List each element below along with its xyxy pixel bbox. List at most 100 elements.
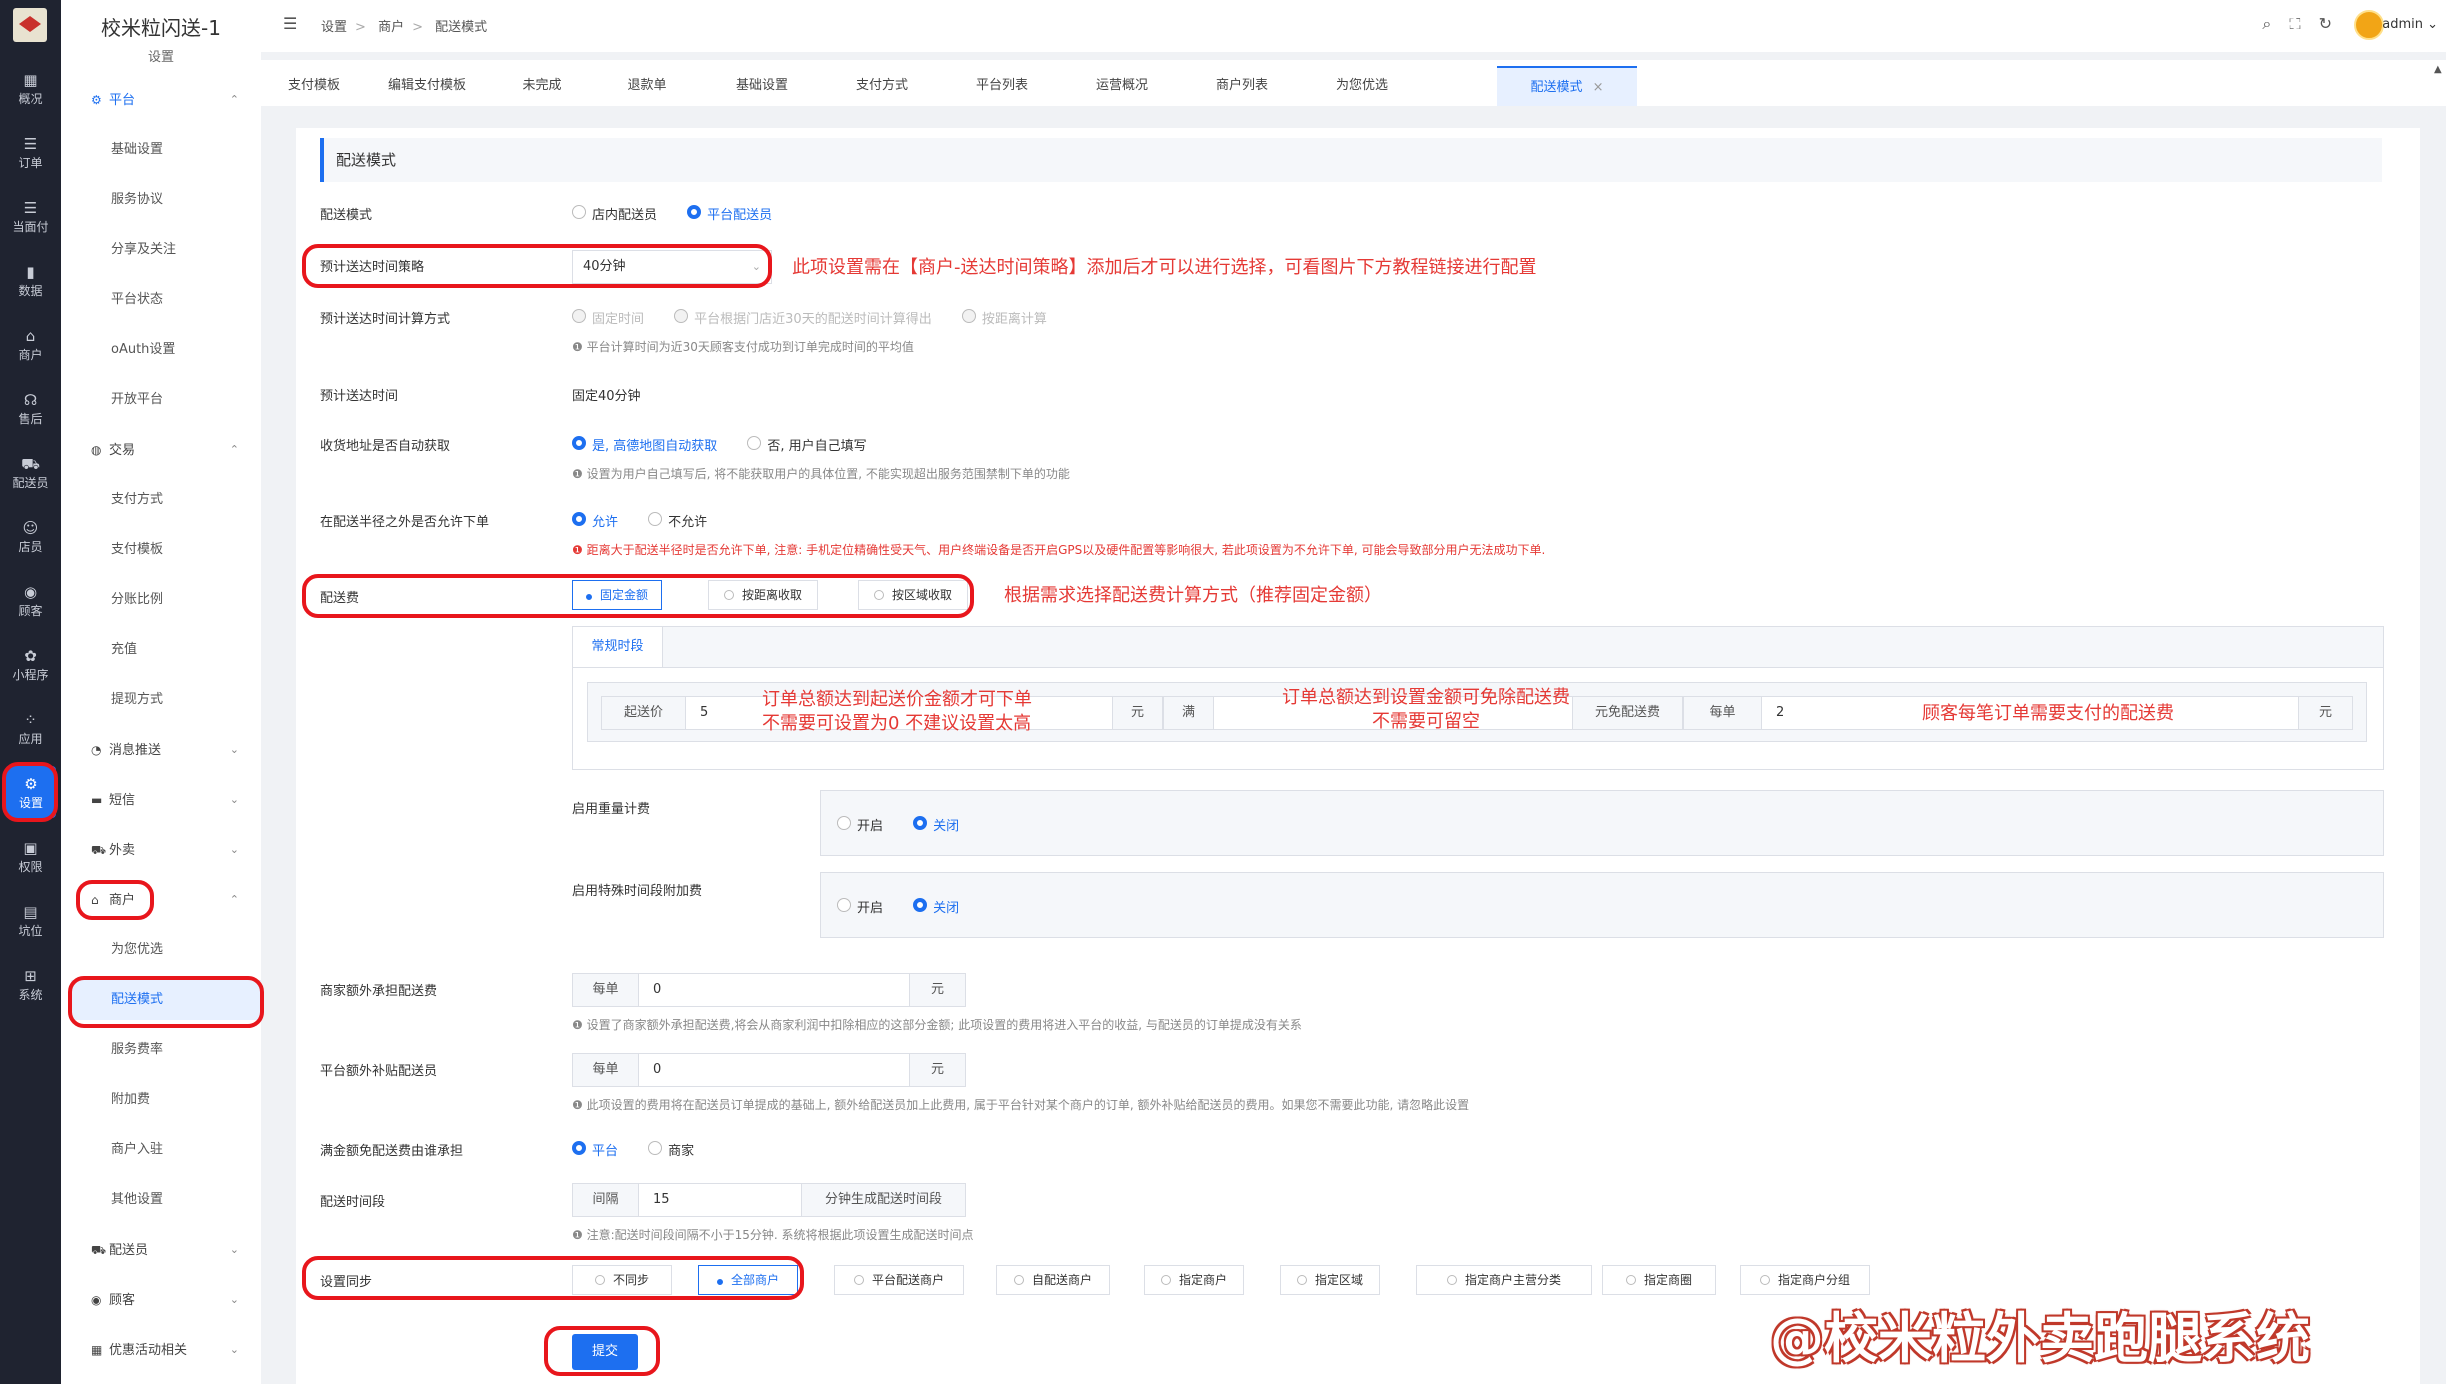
rail-item-merchant[interactable]: ⌂ 商户 bbox=[0, 318, 61, 376]
annotation-ring-sync bbox=[302, 1256, 804, 1300]
chevron-down-icon: ⌄ bbox=[229, 793, 239, 806]
tab-paymethod[interactable]: 支付方式 bbox=[827, 66, 937, 106]
sidebar-item-join[interactable]: 商户入驻 bbox=[111, 1130, 261, 1170]
calc-option-30days: 平台根据门店近30天的配送时间计算得出 bbox=[674, 308, 932, 327]
chevron-down-icon: ⌄ bbox=[229, 1343, 239, 1356]
top-tools: ⌕⛶↻ bbox=[2262, 14, 2350, 34]
special-label: 启用特殊时间段附加费 bbox=[572, 884, 703, 899]
sidebar-item-recharge[interactable]: 充值 bbox=[111, 630, 261, 670]
person-icon: ☺ bbox=[22, 519, 39, 537]
breadcrumb-merchant[interactable]: 商户 bbox=[378, 20, 404, 35]
weight-option-on[interactable]: 开启 bbox=[837, 815, 883, 834]
group-courier[interactable]: ⛟ 配送员 ⌄ bbox=[91, 1230, 261, 1270]
group-trade[interactable]: ◍ 交易 ⌃ bbox=[91, 430, 261, 470]
sync-option-category[interactable]: 指定商户主营分类 bbox=[1416, 1265, 1592, 1295]
sync-option-area[interactable]: 指定区域 bbox=[1280, 1265, 1380, 1295]
sidebar-item-share[interactable]: 分享及关注 bbox=[111, 230, 261, 270]
tab-unfinished[interactable]: 未完成 bbox=[497, 66, 587, 106]
group-push[interactable]: ◔ 消息推送 ⌄ bbox=[91, 730, 261, 770]
sidebar-item-surcharge[interactable]: 附加费 bbox=[111, 1080, 261, 1120]
tab-edit-pay-template[interactable]: 编辑支付模板 bbox=[367, 66, 487, 106]
radius-option-allow[interactable]: 允许 bbox=[572, 511, 618, 530]
tab-delivery-mode[interactable]: 配送模式 × bbox=[1497, 66, 1637, 106]
windows-icon: ⊞ bbox=[24, 967, 37, 985]
tab-basic[interactable]: 基础设置 bbox=[707, 66, 817, 106]
rail-item-miniapp[interactable]: ✿ 小程序 bbox=[0, 638, 61, 696]
tab-refund[interactable]: 退款单 bbox=[597, 66, 697, 106]
top-bar: ☰ 设置 > 商户 > 配送模式 ⌕⛶↻ admin ⌄ bbox=[261, 0, 2446, 52]
rail-item-courier[interactable]: ⛟ 配送员 bbox=[0, 446, 61, 504]
tab-merchant-list[interactable]: 商户列表 bbox=[1187, 66, 1297, 106]
sidebar-item-withdraw[interactable]: 提现方式 bbox=[111, 680, 261, 720]
user-name[interactable]: admin ⌄ bbox=[2382, 17, 2438, 32]
sidebar-item-recommend[interactable]: 为您优选 bbox=[111, 930, 261, 970]
tab-recommend[interactable]: 为您优选 bbox=[1307, 66, 1417, 106]
group-takeout[interactable]: ⛟ 外卖 ⌄ bbox=[91, 830, 261, 870]
settings-sidebar: 校米粒闪送-1 设置 ⚙ 平台 ⌃ 基础设置 服务协议 分享及关注 平台状态 oAu… bbox=[61, 0, 261, 1384]
rail-item-clerk[interactable]: ☺ 店员 bbox=[0, 510, 61, 568]
refresh-icon[interactable]: ↻ bbox=[2319, 14, 2350, 33]
per-order-fee-input[interactable]: 2 bbox=[1776, 697, 1784, 729]
sidebar-item-other[interactable]: 其他设置 bbox=[111, 1180, 261, 1220]
rail-item-system[interactable]: ⊞ 系统 bbox=[0, 958, 61, 1016]
sidebar-item-split[interactable]: 分账比例 bbox=[111, 580, 261, 620]
start-price-input[interactable]: 5 bbox=[700, 697, 708, 729]
special-option-off[interactable]: 关闭 bbox=[913, 897, 959, 916]
weight-option-off[interactable]: 关闭 bbox=[913, 815, 959, 834]
avatar[interactable] bbox=[2354, 10, 2384, 40]
sidebar-item-fee-rate[interactable]: 服务费率 bbox=[111, 1030, 261, 1070]
menu-fold-icon[interactable]: ☰ bbox=[283, 14, 297, 33]
sync-option-platform-delivery[interactable]: 平台配送商户 bbox=[834, 1265, 964, 1295]
sidebar-item-paytemplate[interactable]: 支付模板 bbox=[111, 530, 261, 570]
sidebar-item-oauth[interactable]: oAuth设置 bbox=[111, 330, 261, 370]
sidebar-item-paymethod[interactable]: 支付方式 bbox=[111, 480, 261, 520]
miniapp-icon: ✿ bbox=[24, 647, 37, 665]
sidebar-item-agreement[interactable]: 服务协议 bbox=[111, 180, 261, 220]
rail-item-apps[interactable]: ⁘ 应用 bbox=[0, 702, 61, 760]
free-bearer-option-platform[interactable]: 平台 bbox=[572, 1140, 618, 1159]
sync-option-self-delivery[interactable]: 自配送商户 bbox=[996, 1265, 1110, 1295]
chevron-up-icon: ⌃ bbox=[229, 893, 239, 906]
platform-extra-input[interactable]: 0 bbox=[653, 1054, 661, 1086]
group-coupon[interactable]: ▦ 优惠活动相关 ⌄ bbox=[91, 1330, 261, 1370]
close-icon[interactable]: × bbox=[1593, 80, 1604, 95]
rail-item-customer[interactable]: ◉ 顾客 bbox=[0, 574, 61, 632]
mode-option-platform[interactable]: 平台配送员 bbox=[687, 204, 772, 223]
sync-option-group[interactable]: 指定商户分组 bbox=[1740, 1265, 1870, 1295]
group-platform[interactable]: ⚙ 平台 ⌃ bbox=[91, 80, 261, 120]
mode-option-store[interactable]: 店内配送员 bbox=[572, 204, 657, 223]
scroll-up-icon[interactable]: ▲ bbox=[2434, 64, 2444, 84]
address-option-manual[interactable]: 否, 用户自己填写 bbox=[747, 435, 867, 454]
group-sms[interactable]: ▬ 短信 ⌄ bbox=[91, 780, 261, 820]
annotation-free-note: 订单总额达到设置金额可免除配送费 不需要可留空 bbox=[1282, 687, 1570, 732]
fullscreen-icon[interactable]: ⛶ bbox=[2289, 14, 2318, 33]
sync-option-district[interactable]: 指定商圈 bbox=[1602, 1265, 1716, 1295]
sidebar-item-status[interactable]: 平台状态 bbox=[111, 280, 261, 320]
free-bearer-option-merchant[interactable]: 商家 bbox=[648, 1140, 694, 1159]
rail-item-permission[interactable]: ▣ 权限 bbox=[0, 830, 61, 888]
address-option-auto[interactable]: 是, 高德地图自动获取 bbox=[572, 435, 717, 454]
radius-radio-group: 允许 不允许 bbox=[572, 511, 733, 530]
rail-item-slot[interactable]: ▤ 坑位 bbox=[0, 894, 61, 952]
sidebar-item-basic[interactable]: 基础设置 bbox=[111, 130, 261, 170]
rail-item-facepay[interactable]: ☰ 当面付 bbox=[0, 190, 61, 248]
tab-platform-list[interactable]: 平台列表 bbox=[947, 66, 1057, 106]
special-option-on[interactable]: 开启 bbox=[837, 897, 883, 916]
sync-option-merchant[interactable]: 指定商户 bbox=[1144, 1265, 1244, 1295]
rail-item-overview[interactable]: ▦ 概况 bbox=[0, 62, 61, 120]
rail-item-aftersale[interactable]: ☊ 售后 bbox=[0, 382, 61, 440]
tab-ops-overview[interactable]: 运营概况 bbox=[1067, 66, 1177, 106]
radius-option-deny[interactable]: 不允许 bbox=[648, 511, 707, 530]
rail-item-data[interactable]: ▮ 数据 bbox=[0, 254, 61, 312]
group-customer[interactable]: ◉ 顾客 ⌄ bbox=[91, 1280, 261, 1320]
tab-pay-template[interactable]: 支付模板 bbox=[271, 66, 357, 106]
search-icon[interactable]: ⌕ bbox=[2262, 14, 2289, 33]
breadcrumb-settings[interactable]: 设置 bbox=[321, 20, 347, 35]
rail-item-orders[interactable]: ☰ 订单 bbox=[0, 126, 61, 184]
tab-regular-period[interactable]: 常规时段 bbox=[573, 627, 663, 667]
merchant-extra-input[interactable]: 0 bbox=[653, 974, 661, 1006]
sidebar-item-open[interactable]: 开放平台 bbox=[111, 380, 261, 420]
chevron-down-icon: ⌄ bbox=[229, 1243, 239, 1256]
interval-input[interactable]: 15 bbox=[653, 1184, 670, 1216]
delivery-mode-form: 配送模式 配送模式 店内配送员 平台配送员 预计送达时间策略 40分钟 ⌄ 预计送… bbox=[296, 128, 2420, 1384]
